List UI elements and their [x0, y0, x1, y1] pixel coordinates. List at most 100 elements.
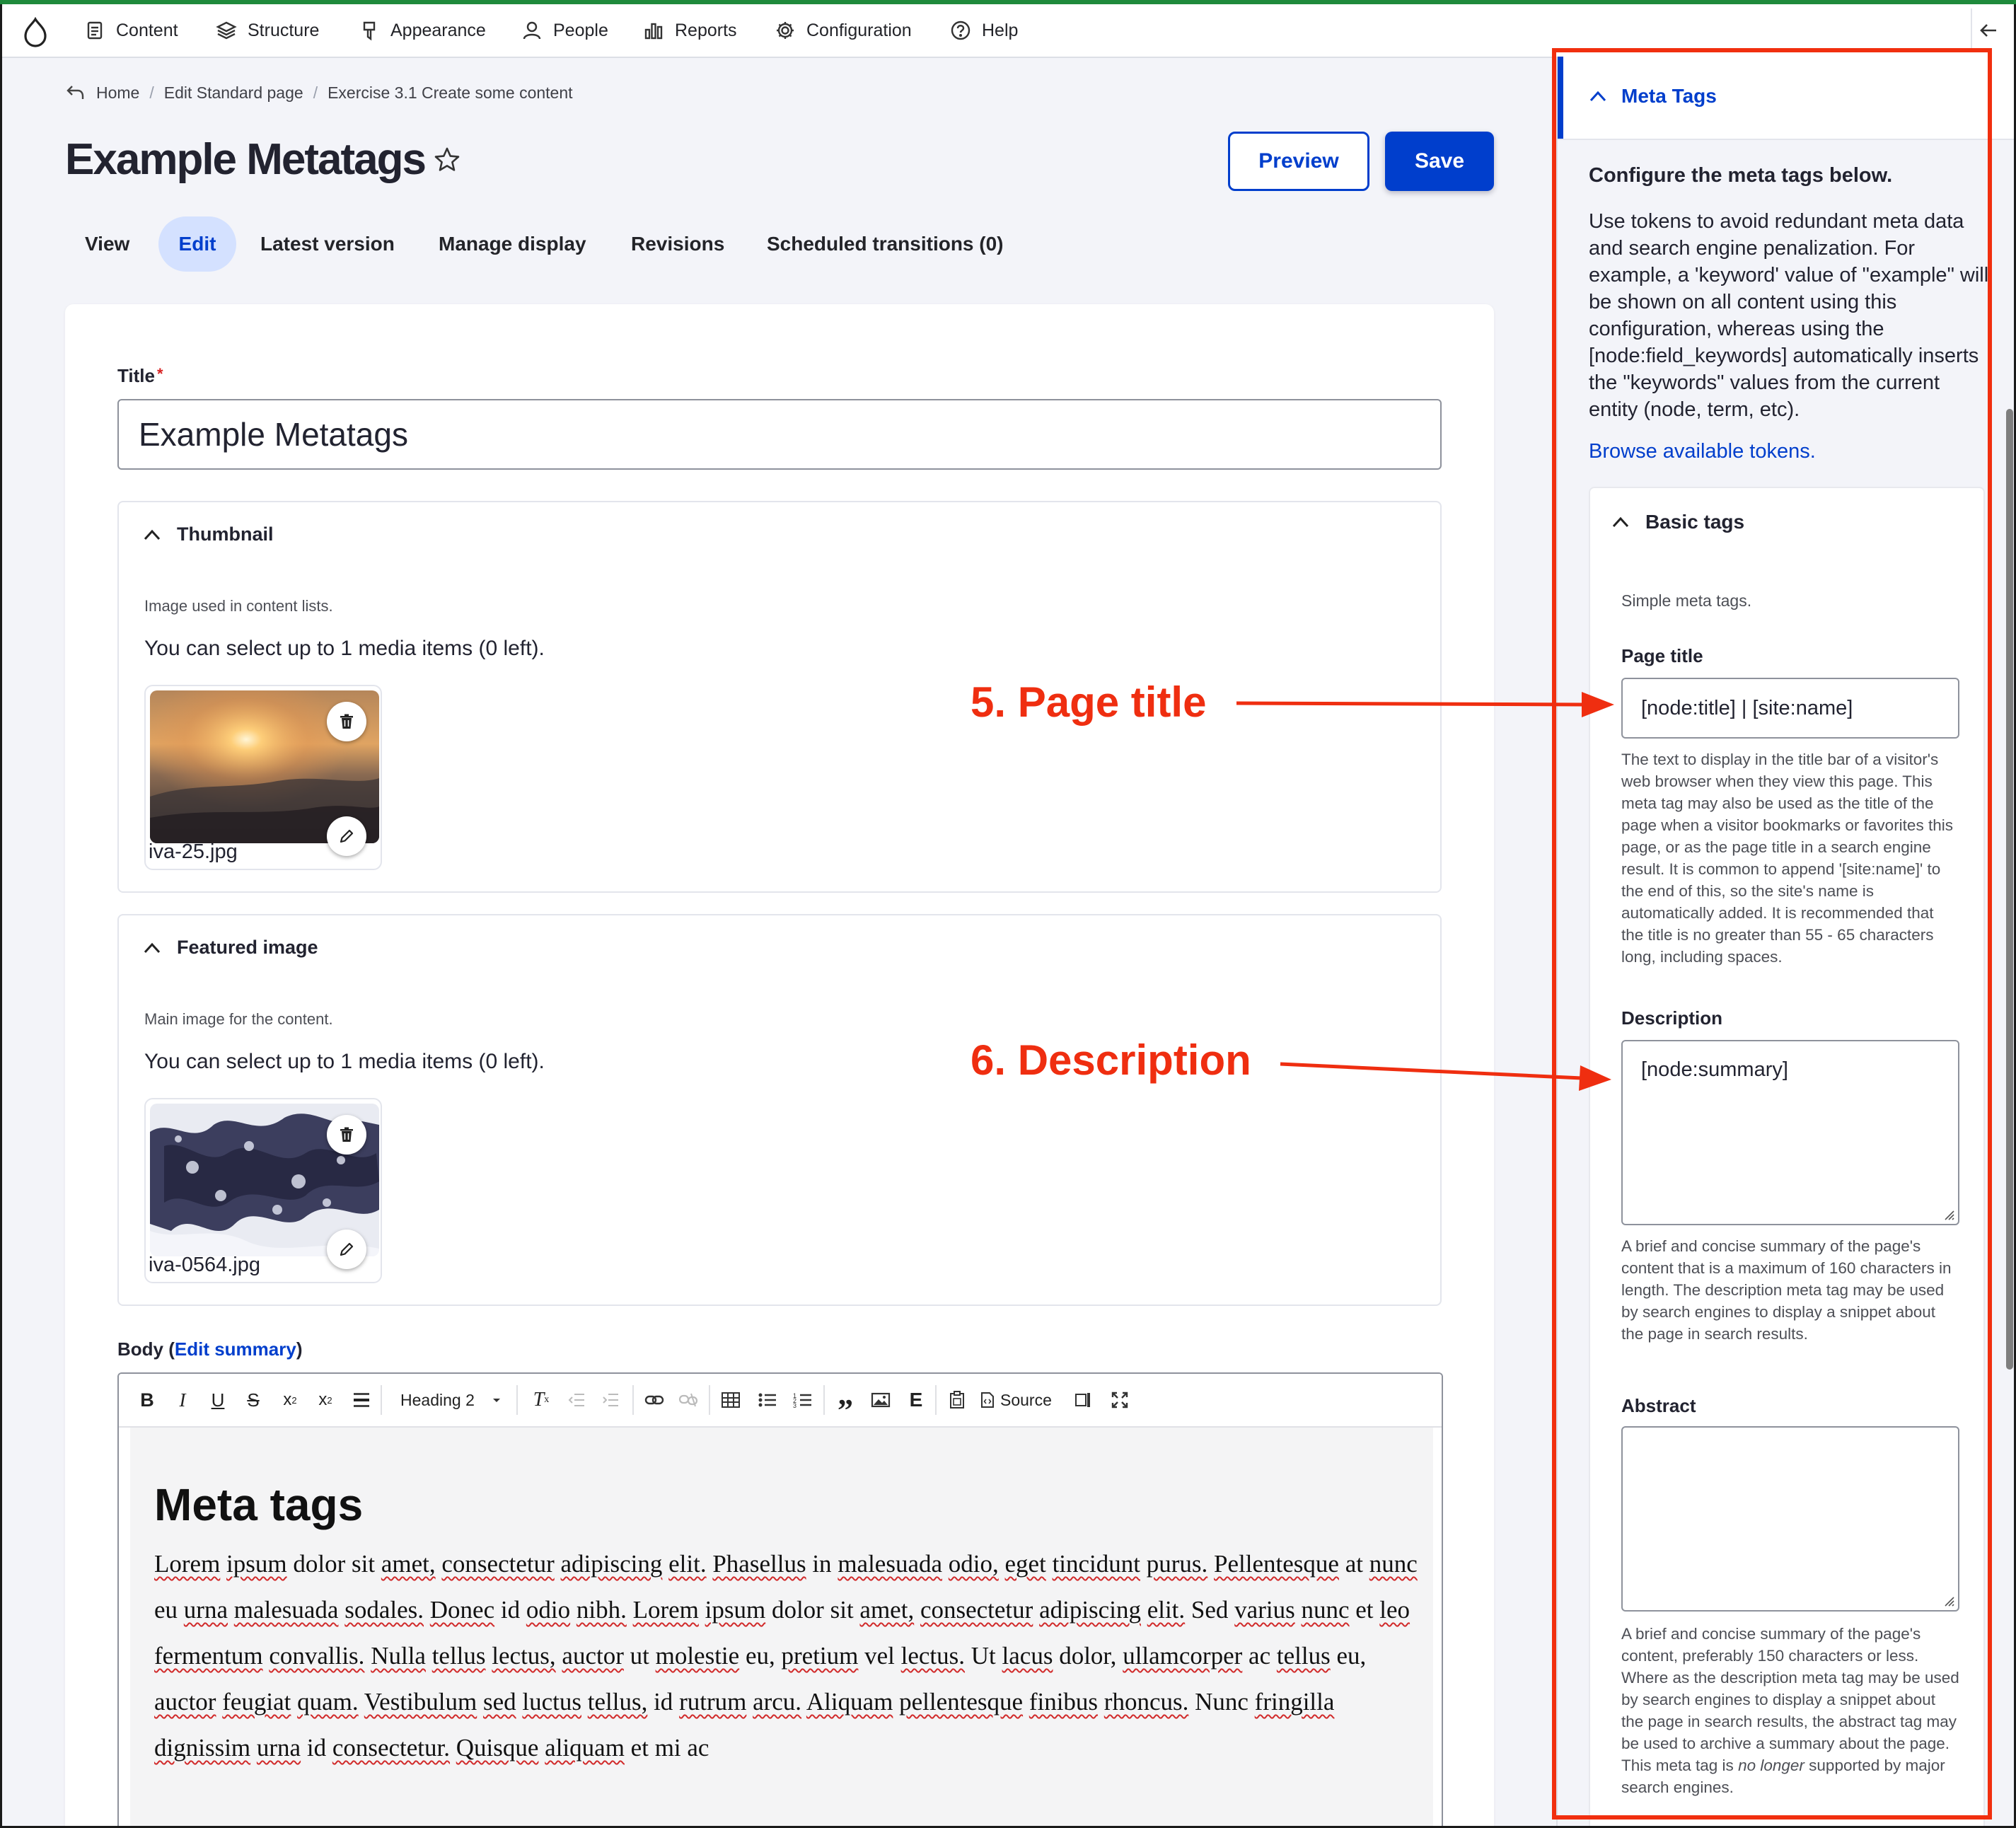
thumbnail-media-item[interactable]: iva-25.jpg: [144, 685, 382, 870]
fullscreen-icon[interactable]: [1108, 1387, 1132, 1413]
breadcrumb-current[interactable]: Exercise 3.1 Create some content: [328, 83, 572, 103]
toolbar-content-label: Content: [116, 20, 178, 40]
toolbar-reports[interactable]: Reports: [642, 4, 737, 57]
underline-icon[interactable]: U: [208, 1387, 228, 1413]
horizontal-line-icon[interactable]: [351, 1387, 372, 1413]
sidebar-scrollbar[interactable]: [2006, 409, 2013, 1370]
meta-tags-toggle[interactable]: Meta Tags: [1589, 85, 1717, 108]
toolbar-configuration-label: Configuration: [806, 20, 912, 40]
remove-media-button[interactable]: [327, 702, 366, 741]
heading-select-value: Heading 2: [400, 1390, 475, 1409]
page-title-input[interactable]: [1621, 678, 1959, 739]
toolbar-people[interactable]: People: [521, 4, 608, 57]
toolbar-separator: [632, 1385, 634, 1415]
blockquote-icon[interactable]: ”: [833, 1387, 857, 1428]
tab-scheduled-transitions[interactable]: Scheduled transitions (0): [767, 216, 1004, 272]
breadcrumb-home[interactable]: Home: [96, 83, 139, 103]
body-label: Body (Edit summary): [117, 1338, 303, 1360]
tab-view[interactable]: View: [85, 216, 129, 272]
meta-tags-sidebar: Meta Tags Configure the meta tags below.…: [1556, 57, 2016, 1828]
edit-media-button[interactable]: [327, 816, 366, 856]
tab-edit[interactable]: Edit: [158, 216, 236, 272]
featured-image-limit-text: You can select up to 1 media items (0 le…: [144, 1050, 545, 1073]
appearance-icon: [358, 19, 381, 42]
toolbar-configuration[interactable]: Configuration: [774, 4, 912, 57]
thumbnail-limit-text: You can select up to 1 media items (0 le…: [144, 637, 545, 660]
heading-select[interactable]: Heading 2: [400, 1387, 502, 1413]
back-arrow-icon[interactable]: [65, 83, 85, 102]
meta-tags-active-indicator: [1558, 57, 1563, 139]
italic-icon[interactable]: I: [173, 1387, 192, 1413]
meta-tags-heading: Meta Tags: [1621, 85, 1717, 107]
drupal-logo-icon[interactable]: [20, 17, 51, 48]
tab-manage-display[interactable]: Manage display: [439, 216, 586, 272]
resize-grip-icon[interactable]: [1941, 1593, 1955, 1607]
title-input[interactable]: [117, 399, 1442, 470]
star-icon[interactable]: [433, 146, 461, 174]
configure-heading: Configure the meta tags below.: [1589, 164, 1893, 187]
edit-summary-link[interactable]: Edit summary: [175, 1338, 296, 1360]
collapse-sidebar-arrow-icon[interactable]: [1976, 18, 2000, 42]
featured-image-toggle[interactable]: Featured image: [143, 937, 318, 959]
numbered-list-icon[interactable]: 123: [791, 1387, 815, 1413]
toolbar-structure[interactable]: Structure: [215, 4, 319, 57]
editor-toolbar: B I U S x2 x2 Heading 2 Tx 1 2 3 ” E Sou…: [119, 1374, 1442, 1428]
editor-content-area[interactable]: Meta tags Lorem ipsum dolor sit amet, co…: [130, 1428, 1433, 1828]
toolbar-content[interactable]: Content: [83, 4, 178, 57]
thumbnail-description: Image used in content lists.: [144, 597, 333, 615]
meta-tags-body: Configure the meta tags below. Use token…: [1558, 140, 2016, 1828]
entity-embed-icon[interactable]: E: [905, 1387, 927, 1413]
indent-icon[interactable]: [598, 1387, 622, 1413]
strikethrough-icon[interactable]: S: [243, 1387, 263, 1413]
page-title-label: Page title: [1621, 645, 1703, 666]
toolbar-appearance[interactable]: Appearance: [358, 4, 486, 57]
screenshot-frame: Content Structure Appearance People Repo…: [0, 0, 2016, 1828]
featured-media-item[interactable]: iva-0564.jpg: [144, 1098, 382, 1283]
breadcrumb-separator: /: [149, 83, 154, 102]
save-button[interactable]: Save: [1385, 132, 1494, 191]
subscript-icon[interactable]: x2: [314, 1387, 337, 1413]
tab-latest-version[interactable]: Latest version: [260, 216, 395, 272]
show-blocks-icon[interactable]: [1071, 1387, 1095, 1413]
bulleted-list-icon[interactable]: [755, 1387, 780, 1413]
link-icon[interactable]: [642, 1387, 666, 1413]
chevron-up-icon: [144, 942, 161, 953]
edit-media-button[interactable]: [327, 1230, 366, 1269]
description-help: A brief and concise summary of the page'…: [1621, 1237, 1952, 1343]
editor-content-paragraph: Lorem ipsum dolor sit amet, consectetur …: [154, 1550, 1418, 1762]
breadcrumb-edit-standard-page[interactable]: Edit Standard page: [164, 83, 303, 103]
tab-revisions[interactable]: Revisions: [631, 216, 724, 272]
basic-tags-fieldset: Basic tags Simple meta tags. Page title …: [1589, 487, 1985, 1828]
remove-media-button[interactable]: [327, 1115, 366, 1155]
toolbar-separator: [709, 1385, 710, 1415]
pencil-icon: [340, 829, 354, 843]
description-textarea[interactable]: [node:summary]: [1621, 1040, 1959, 1225]
abstract-textarea[interactable]: [1621, 1426, 1959, 1612]
top-accent-bar: [0, 0, 2016, 4]
toolbar-appearance-label: Appearance: [390, 20, 486, 40]
toolbar-separator: [823, 1385, 825, 1415]
bold-icon[interactable]: B: [137, 1387, 157, 1413]
image-icon[interactable]: [869, 1387, 893, 1413]
chevron-up-icon: [1589, 91, 1606, 102]
browse-tokens-link[interactable]: Browse available tokens.: [1589, 440, 1816, 463]
thumbnail-heading: Thumbnail: [177, 523, 274, 545]
paste-from-office-icon[interactable]: [945, 1387, 969, 1413]
table-icon[interactable]: [719, 1387, 743, 1413]
resize-grip-icon[interactable]: [1941, 1207, 1955, 1221]
thumbnail-toggle[interactable]: Thumbnail: [143, 523, 274, 545]
toolbar-help[interactable]: Help: [949, 4, 1018, 57]
remove-format-icon[interactable]: Tx: [529, 1387, 553, 1413]
breadcrumb: Home / Edit Standard page / Exercise 3.1…: [65, 82, 573, 103]
ckeditor: B I U S x2 x2 Heading 2 Tx 1 2 3 ” E Sou…: [117, 1372, 1443, 1828]
source-button[interactable]: Source: [980, 1387, 1052, 1413]
featured-filename: iva-0564.jpg: [149, 1254, 260, 1276]
basic-tags-toggle[interactable]: Basic tags: [1611, 511, 1744, 533]
toolbar-separator: [381, 1385, 382, 1415]
chevron-up-icon: [1612, 516, 1629, 528]
body-label-text: Body: [117, 1338, 163, 1360]
superscript-icon[interactable]: x2: [279, 1387, 301, 1413]
unlink-icon[interactable]: [676, 1387, 700, 1413]
outdent-icon[interactable]: [564, 1387, 589, 1413]
preview-button[interactable]: Preview: [1228, 132, 1369, 191]
